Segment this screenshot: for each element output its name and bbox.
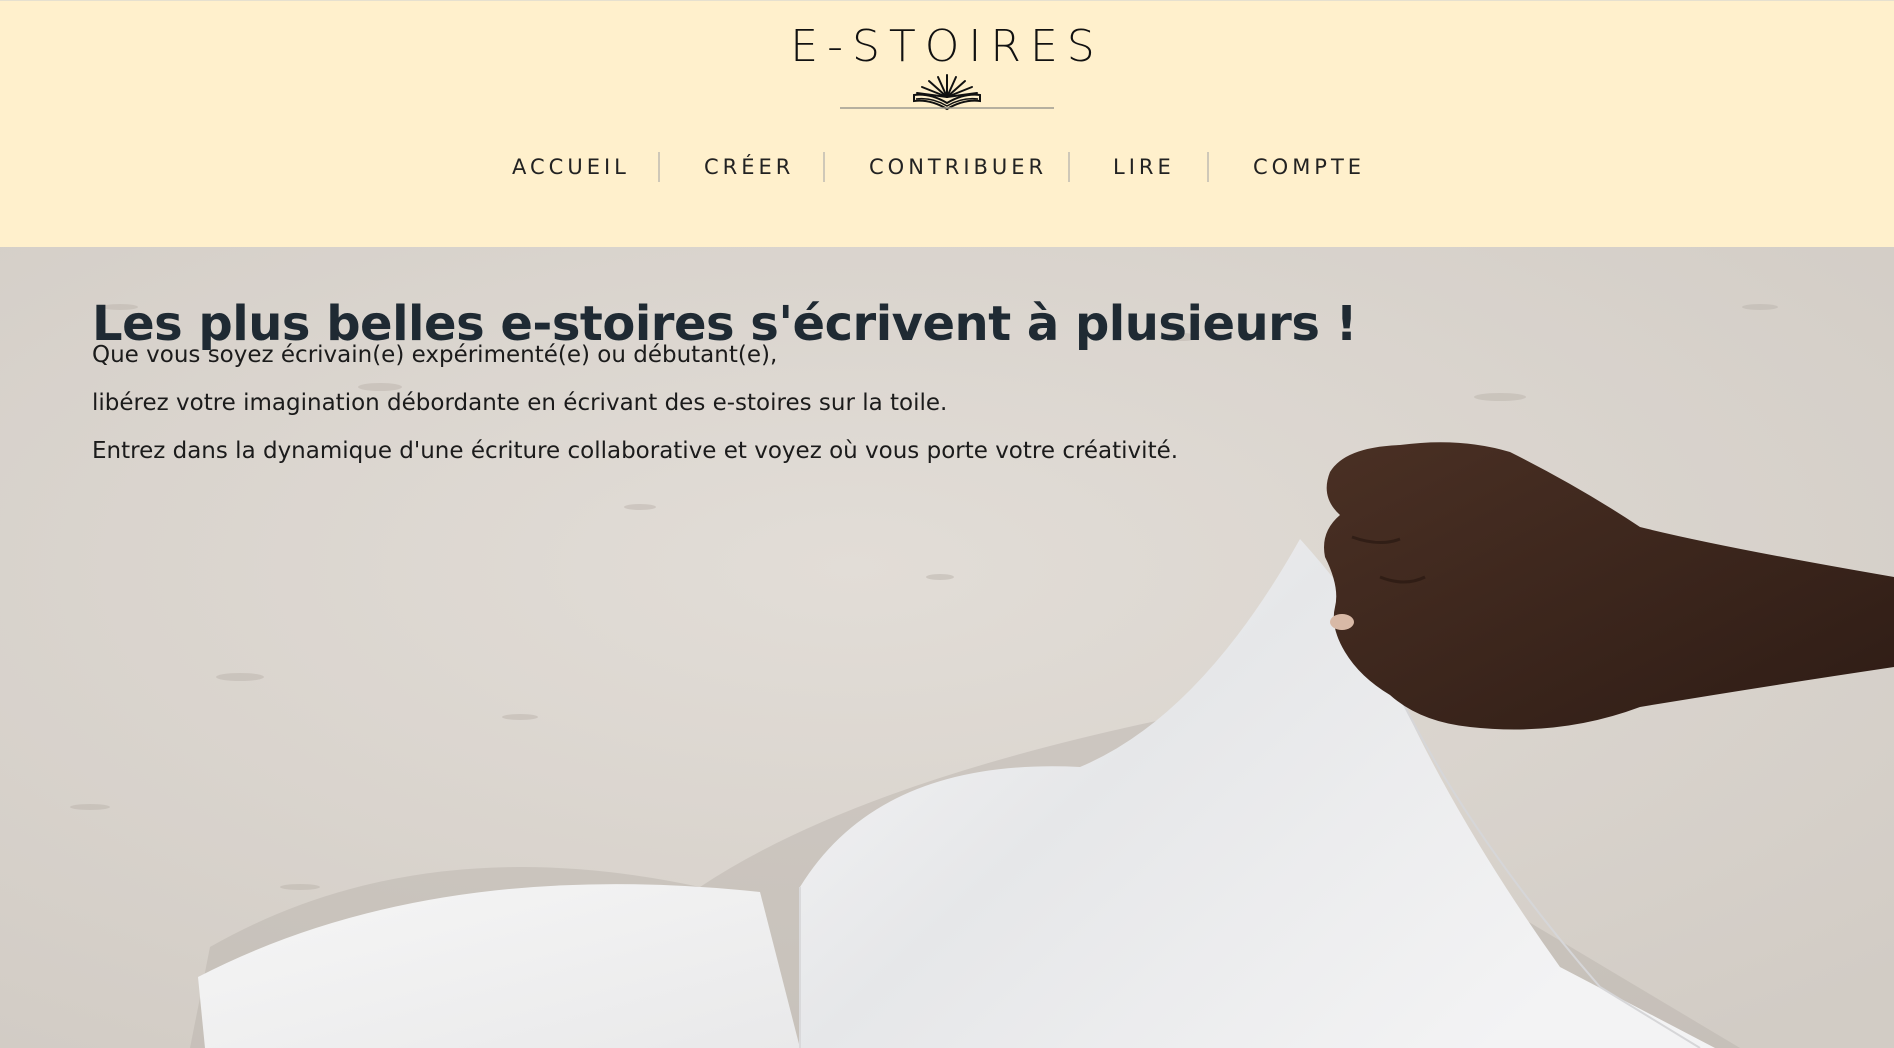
open-book-icon[interactable] [838,71,1056,113]
page: E-STOIRES ACCUEIL CRÉER CONTRIBUER LIRE … [0,0,1894,1048]
main-nav: ACCUEIL CRÉER CONTRIBUER LIRE COMPTE [0,147,1894,187]
nav-separator [823,152,825,182]
hero-text-line-2: libérez votre imagination débordante en … [92,390,948,416]
hero-text-line-3: Entrez dans la dynamique d'une écriture … [92,438,1179,464]
nav-item-accueil[interactable]: ACCUEIL [512,147,630,187]
hero-text-line-1: Que vous soyez écrivain(e) expérimenté(e… [92,342,778,368]
nav-separator [1068,152,1070,182]
nav-item-compte[interactable]: COMPTE [1253,147,1365,187]
site-header: E-STOIRES ACCUEIL CRÉER CONTRIBUER LIRE … [0,0,1894,247]
nav-item-contribuer[interactable]: CONTRIBUER [869,147,1047,187]
nav-separator [1207,152,1209,182]
nav-item-lire[interactable]: LIRE [1113,147,1175,187]
nav-item-creer[interactable]: CRÉER [704,147,794,187]
hero-section: Les plus belles e-stoires s'écrivent à p… [0,247,1894,1048]
nav-separator [658,152,660,182]
site-logo-text[interactable]: E-STOIRES [0,21,1894,73]
